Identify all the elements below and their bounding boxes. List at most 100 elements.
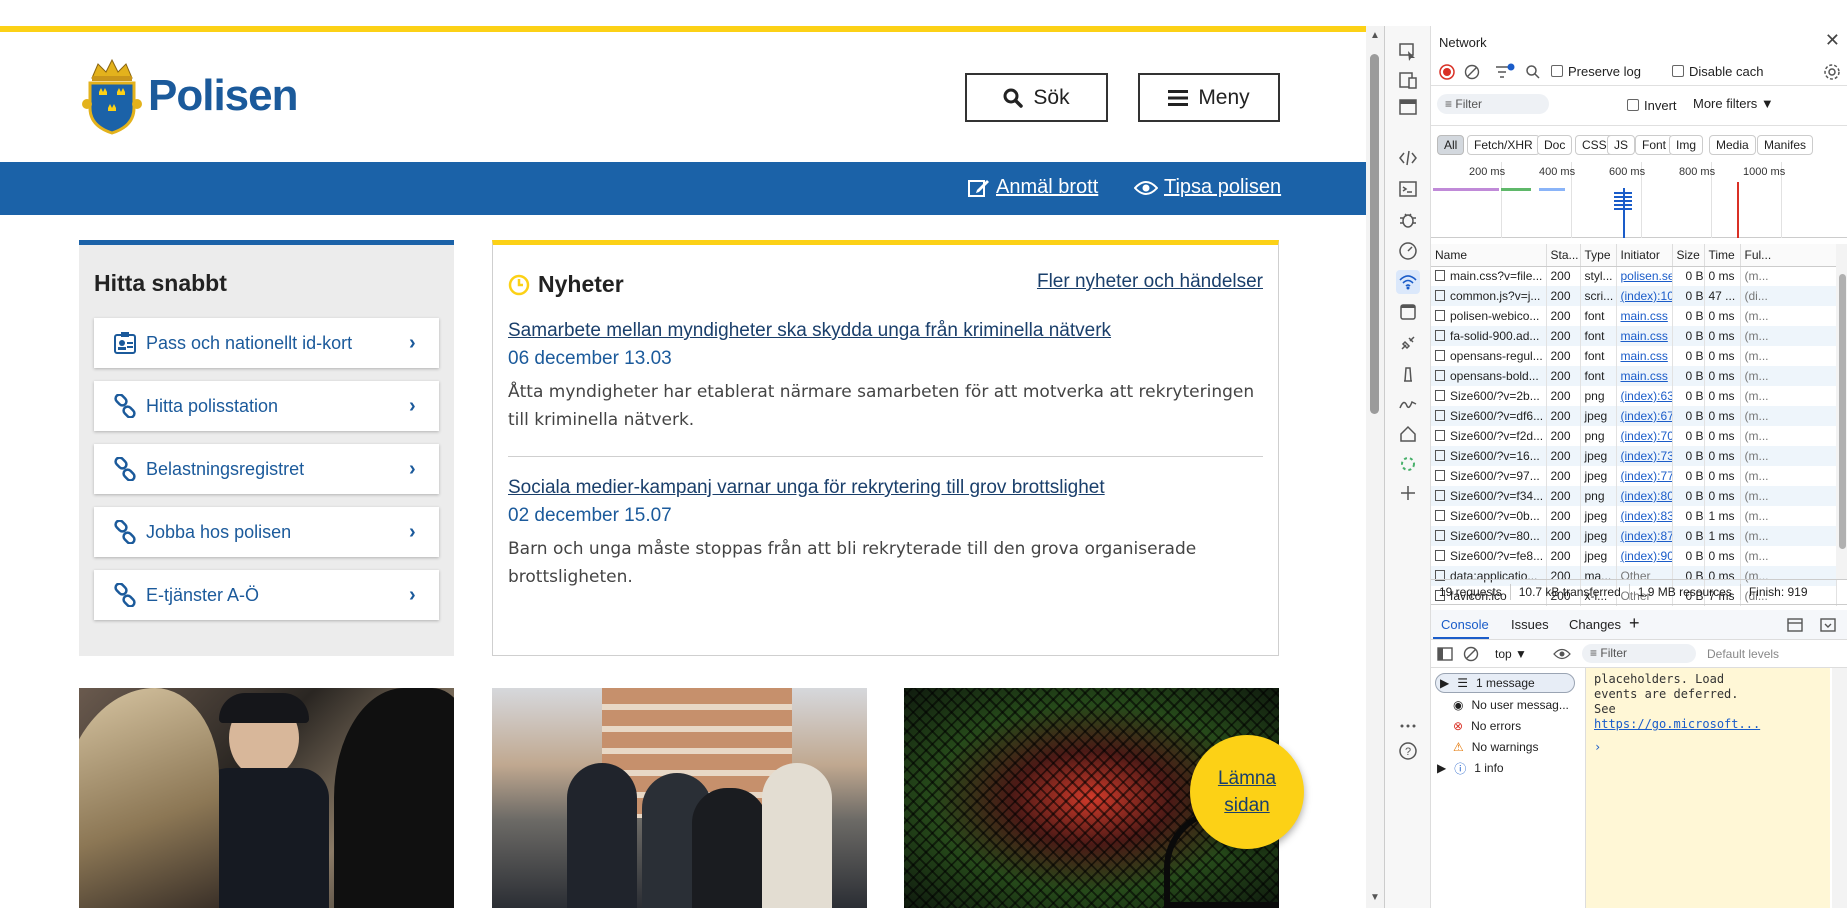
news-photo-police-officer[interactable] [79, 688, 454, 908]
sidebar-item-user-messages[interactable]: ◉ No user messag... [1453, 695, 1569, 715]
cell-initiator[interactable]: main.css [1616, 306, 1673, 326]
signature-icon[interactable] [1396, 392, 1420, 416]
message-link[interactable]: https://go.microsoft... [1594, 717, 1822, 732]
filter-pill-img[interactable]: Img [1669, 135, 1704, 155]
filter-input[interactable]: ≡ Filter [1437, 94, 1549, 114]
context-selector[interactable]: top ▼ [1495, 647, 1527, 661]
news-headline-link[interactable]: Samarbete mellan myndigheter ska skydda … [508, 320, 1263, 342]
cell-initiator[interactable]: (index):739 [1616, 446, 1673, 466]
add-tab-icon[interactable]: + [1629, 613, 1640, 634]
sidebar-item-info[interactable]: ▶ ⓘ 1 info [1437, 758, 1504, 778]
close-drawer-icon[interactable] [1819, 617, 1837, 633]
scroll-up-arrow-icon[interactable]: ▲ [1370, 30, 1380, 41]
table-row[interactable]: Size600/?v=df6...200jpeg(index):6720 B0 … [1431, 406, 1837, 426]
polisen-logo[interactable]: Polisen [82, 56, 298, 136]
tip-police-link[interactable]: Tipsa polisen [1134, 176, 1281, 199]
console-prompt-icon[interactable]: › [1594, 740, 1822, 755]
sidebar-item-errors[interactable]: ⊗ No errors [1453, 716, 1521, 736]
close-icon[interactable]: ✕ [1825, 30, 1840, 51]
add-tool-icon[interactable] [1396, 481, 1420, 505]
table-row[interactable]: opensans-regul... 200 font main.css 0 B0 ms(… [1431, 346, 1837, 366]
help-icon[interactable]: ? [1396, 739, 1420, 763]
filter-pill-media[interactable]: Media [1709, 135, 1756, 155]
filter-pill-fetchxhr[interactable]: Fetch/XHR [1467, 135, 1540, 155]
elements-tool-icon[interactable] [1396, 146, 1420, 170]
page-scroll-thumb[interactable] [1370, 54, 1379, 414]
table-row[interactable]: Size600/?v=f34...200png(index):8030 B0 m… [1431, 486, 1837, 506]
console-filter-input[interactable]: ≡ Filter [1582, 644, 1696, 663]
tab-console[interactable]: Console [1441, 617, 1489, 632]
filter-pill-all[interactable]: All [1437, 135, 1465, 155]
quick-item-e-services[interactable]: E-tjänster A-Ö › [94, 570, 439, 620]
more-tools-icon[interactable] [1396, 714, 1420, 738]
request-table-scroll-thumb[interactable] [1839, 274, 1846, 549]
request-table-scrollbar[interactable] [1836, 244, 1847, 579]
menu-button[interactable]: Meny [1138, 73, 1280, 122]
device-emulation-icon[interactable] [1396, 68, 1420, 92]
quick-item-criminal-record[interactable]: Belastningsregistret › [94, 444, 439, 494]
table-row[interactable]: opensans-bold... 200 font main.css 0 B0 ms (m… [1431, 366, 1837, 386]
cell-initiator[interactable]: (index):672 [1616, 406, 1673, 426]
plug-icon[interactable] [1396, 331, 1420, 355]
disable-cache-checkbox[interactable]: Disable cach [1672, 64, 1763, 79]
cell-initiator[interactable]: (index):102 [1616, 286, 1673, 306]
console-tool-icon[interactable] [1396, 177, 1420, 201]
page-scrollbar[interactable]: ▲ ▼ [1366, 26, 1384, 908]
table-row[interactable]: fa-solid-900.ad... 200 font main.css 0 B0 ms… [1431, 326, 1837, 346]
cell-initiator[interactable]: (index):771 [1616, 466, 1673, 486]
search-icon[interactable] [1525, 64, 1541, 80]
home-icon[interactable] [1396, 422, 1420, 446]
sidebar-toggle-icon[interactable] [1437, 646, 1453, 662]
cell-initiator[interactable]: (index):835 [1616, 506, 1673, 526]
tab-changes[interactable]: Changes [1569, 617, 1621, 632]
table-row[interactable]: Size600/?v=97... 200jpeg(index):7710 B0 m… [1431, 466, 1837, 486]
table-row[interactable]: common.js?v=j... 200scri...(index):1020 B… [1431, 286, 1837, 306]
filter-pill-js[interactable]: JS [1607, 135, 1636, 155]
table-row[interactable]: Size600/?v=16... 200jpeg(index):7390 B0 m… [1431, 446, 1837, 466]
cell-initiator[interactable]: (index):870 [1616, 526, 1673, 546]
column-header[interactable]: Initiator [1616, 244, 1673, 267]
column-header[interactable]: Sta... [1546, 244, 1581, 267]
cell-initiator[interactable]: main.css [1616, 366, 1673, 386]
filter-pill-font[interactable]: Font [1635, 135, 1674, 155]
table-row[interactable]: Size600/?v=f2d...200png(index):7040 B0 m… [1431, 426, 1837, 446]
more-news-link[interactable]: Fler nyheter och händelser [1037, 271, 1263, 293]
log-levels-dropdown[interactable]: Default levels [1707, 647, 1779, 661]
sidebar-item-messages[interactable]: ▶ ☰ 1 message [1435, 673, 1575, 693]
cell-initiator[interactable]: (index):905 [1616, 546, 1673, 566]
table-row[interactable]: Size600/?v=fe8...200jpeg(index):9050 B0 … [1431, 546, 1837, 566]
filter-pill-manifes[interactable]: Manifes [1757, 135, 1814, 155]
invert-checkbox[interactable]: Invert [1627, 98, 1677, 113]
undock-drawer-icon[interactable] [1786, 617, 1804, 633]
search-button[interactable]: Sök [965, 73, 1108, 122]
more-filters-dropdown[interactable]: More filters ▼ [1693, 96, 1774, 111]
cell-initiator[interactable]: (index):637 [1616, 386, 1673, 406]
cell-initiator[interactable]: polisen.se/ [1616, 266, 1673, 286]
debugger-bug-icon[interactable] [1396, 208, 1420, 232]
cell-initiator[interactable]: main.css [1616, 326, 1673, 346]
table-row[interactable]: main.css?v=file...200styl...polisen.se/0… [1431, 266, 1837, 286]
cell-initiator[interactable]: main.css [1616, 346, 1673, 366]
quick-item-jobs[interactable]: Jobba hos polisen › [94, 507, 439, 557]
report-crime-link[interactable]: Anmäl brott [968, 176, 1098, 199]
console-scrollbar[interactable] [1832, 668, 1847, 908]
network-wifi-icon[interactable] [1396, 270, 1420, 294]
column-header[interactable]: Type [1580, 244, 1617, 267]
record-stop-icon[interactable] [1439, 64, 1455, 80]
feedback-button[interactable]: Lämna sidan [1190, 735, 1304, 849]
cell-initiator[interactable]: (index):803 [1616, 486, 1673, 506]
cell-initiator[interactable]: (index):704 [1616, 426, 1673, 446]
dock-side-icon[interactable] [1396, 95, 1420, 119]
clear-console-icon[interactable] [1463, 646, 1479, 662]
application-panel-icon[interactable] [1396, 300, 1420, 324]
news-photo-street-patrol[interactable] [492, 688, 867, 908]
preserve-log-checkbox[interactable]: Preserve log [1551, 64, 1641, 79]
quick-item-passport[interactable]: Pass och nationellt id-kort › [94, 318, 439, 368]
live-expression-eye-icon[interactable] [1553, 647, 1571, 661]
table-row[interactable]: Size600/?v=80... 200jpeg(index):8700 B1 m… [1431, 526, 1837, 546]
column-header[interactable]: Size [1672, 244, 1705, 267]
performance-gauge-icon[interactable] [1396, 239, 1420, 263]
news-headline-link[interactable]: Sociala medier-kampanj varnar unga för r… [508, 477, 1263, 499]
sidebar-item-warnings[interactable]: ⚠ No warnings [1453, 737, 1538, 757]
filter-pill-doc[interactable]: Doc [1537, 135, 1573, 155]
